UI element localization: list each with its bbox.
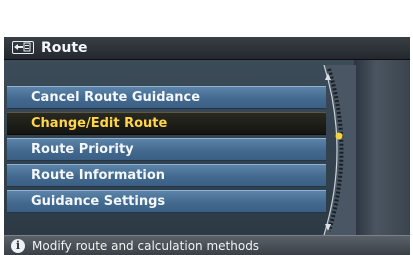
selection-indicator-dot — [335, 132, 343, 140]
menu-item-label: Change/Edit Route — [31, 116, 168, 131]
menu-item-change-edit-route[interactable]: Change/Edit Route — [7, 112, 326, 135]
status-message: Modify route and calculation methods — [32, 239, 260, 253]
menu-item-label: Cancel Route Guidance — [31, 90, 201, 105]
menu-item-route-information[interactable]: Route Information — [7, 164, 326, 187]
menu-item-label: Route Priority — [31, 142, 134, 157]
page-title: Route — [41, 40, 88, 56]
route-icon — [12, 41, 34, 54]
menu-item-cancel-route-guidance[interactable]: Cancel Route Guidance — [7, 86, 326, 109]
scroll-dial-background — [354, 60, 410, 235]
menu-item-guidance-settings[interactable]: Guidance Settings — [7, 190, 326, 213]
info-icon: i — [11, 239, 25, 253]
navigation-screen: Route Cancel Route Guidance Change/Edit … — [4, 37, 410, 255]
menu-item-route-priority[interactable]: Route Priority — [7, 138, 326, 161]
title-bar: Route — [4, 37, 410, 60]
scroll-wheel[interactable] — [316, 65, 356, 235]
menu-item-label: Guidance Settings — [31, 194, 166, 209]
status-bar: i Modify route and calculation methods — [4, 235, 410, 255]
menu-item-label: Route Information — [31, 168, 166, 183]
